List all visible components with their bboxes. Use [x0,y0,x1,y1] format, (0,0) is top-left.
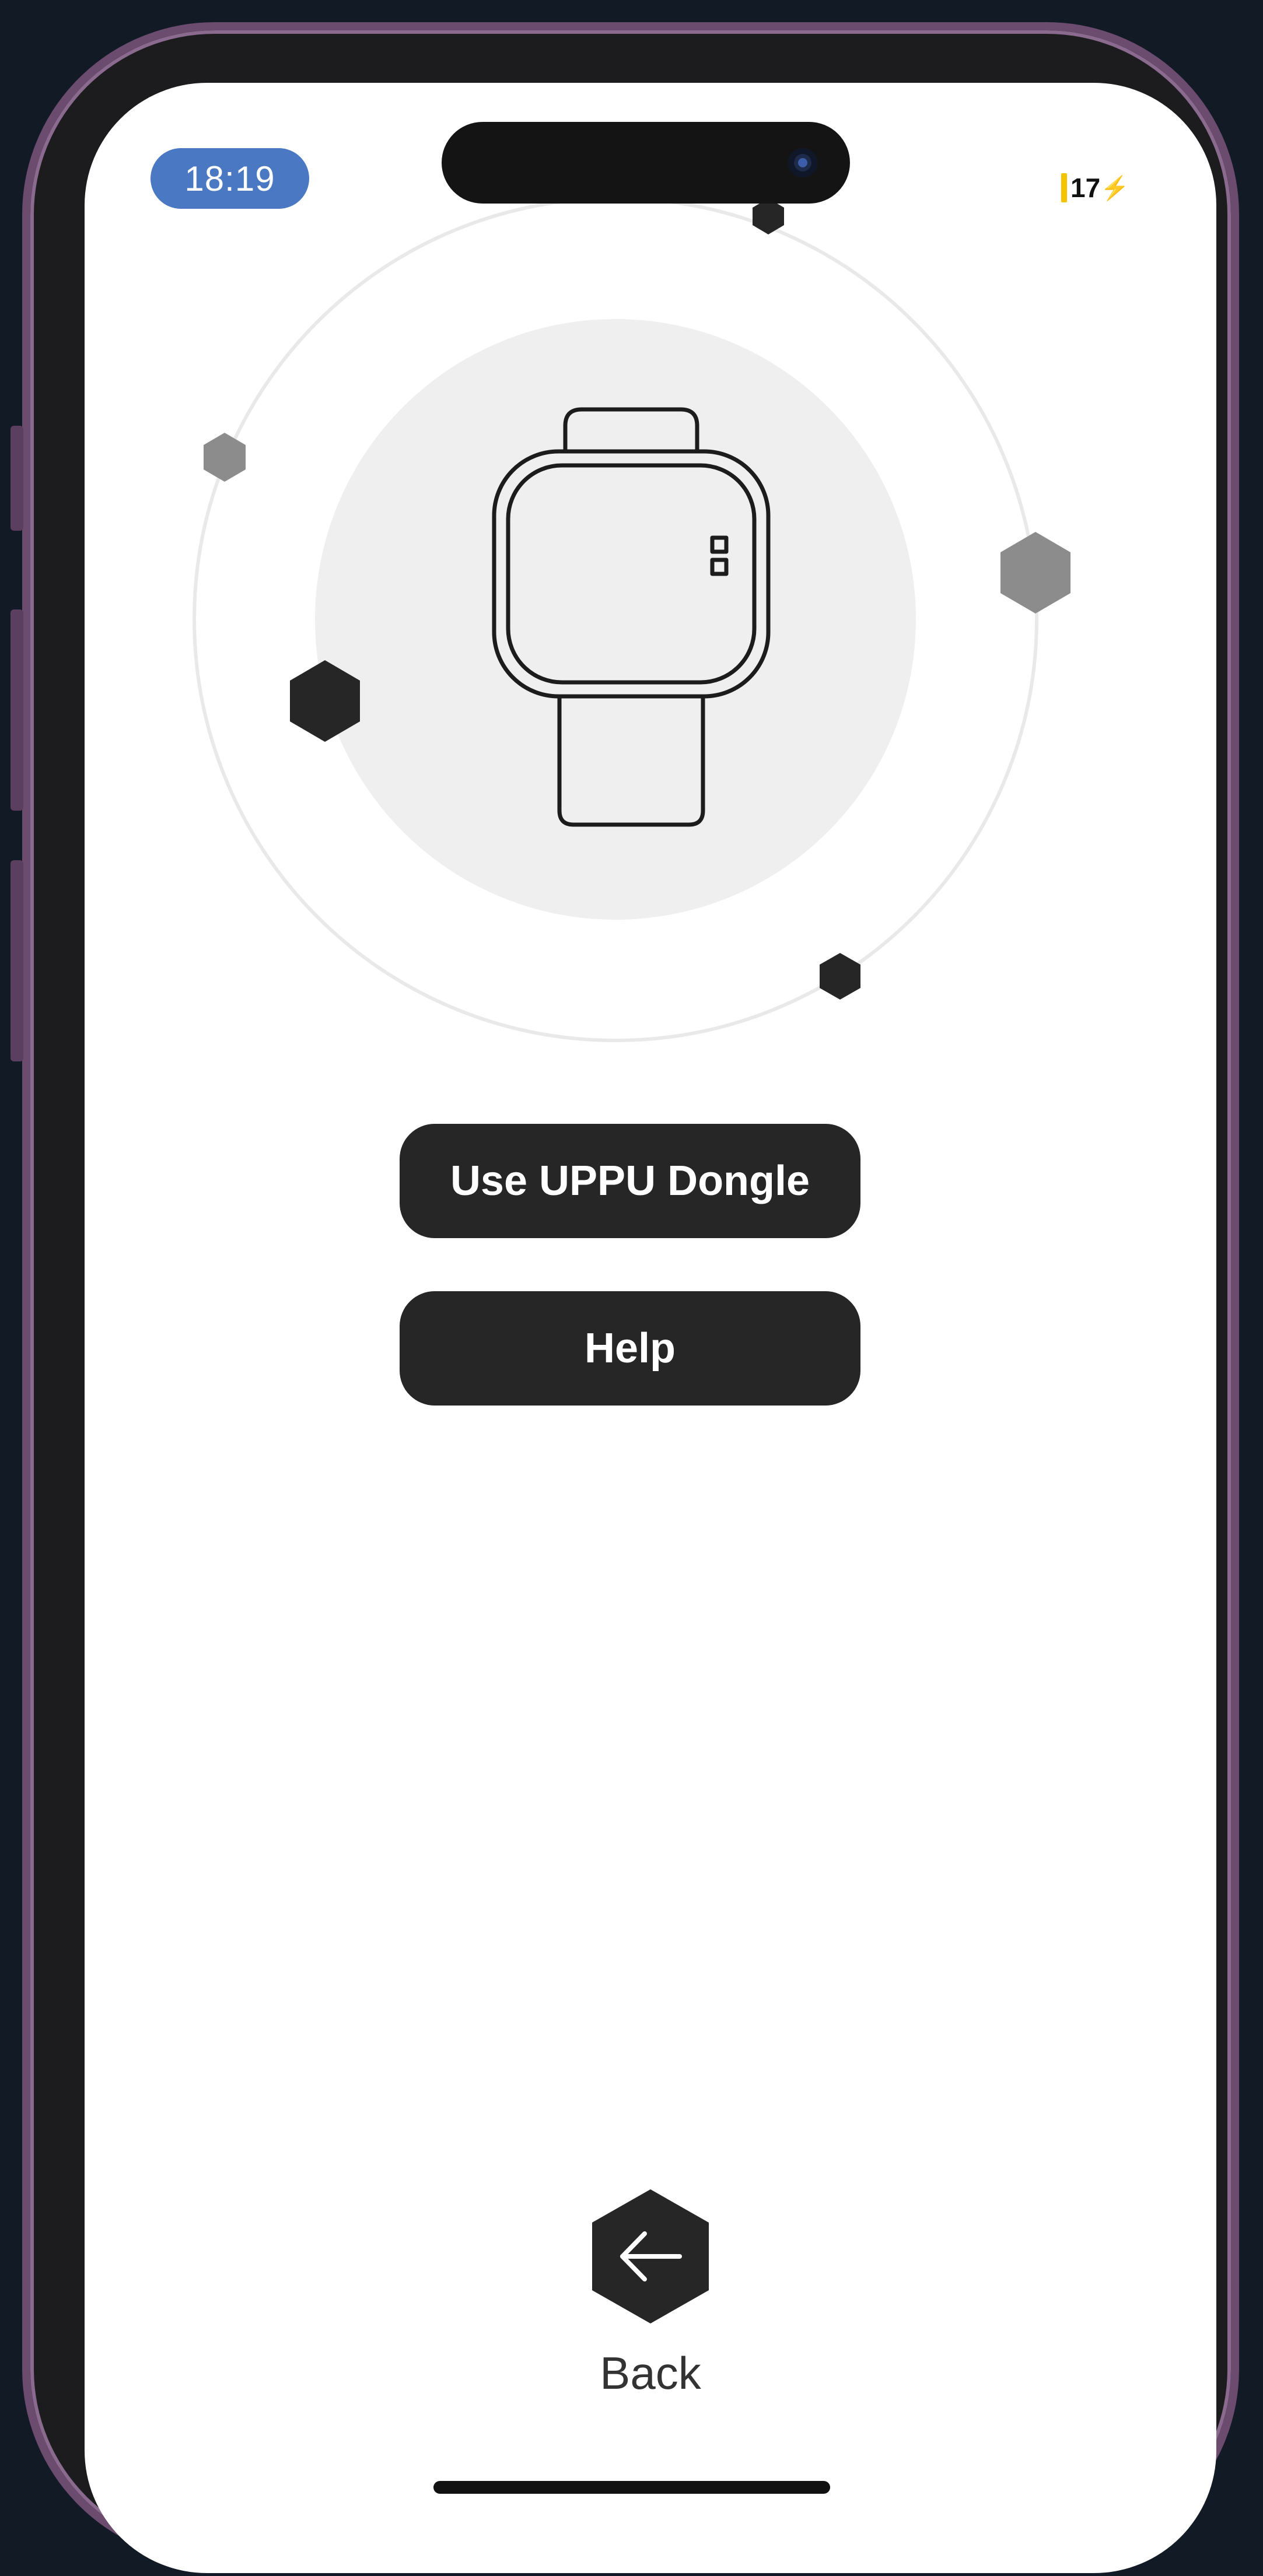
charging-bolt-icon: ⚡ [1100,175,1129,201]
dynamic-island [442,122,850,204]
phone-screen: 18:19 17 ⚡ Use UPPU Dongle Help Back [85,83,1216,2573]
home-indicator[interactable] [433,2481,830,2494]
back-label: Back [600,2347,701,2399]
orbit-hexagon-grey-small [204,433,246,482]
battery-indicator: 17 ⚡ [1061,170,1129,205]
back-hexagon-icon [592,2189,709,2323]
help-button[interactable]: Help [400,1291,860,1406]
app-screen: 18:19 17 ⚡ Use UPPU Dongle Help Back [85,83,1216,2570]
use-uppu-dongle-button[interactable]: Use UPPU Dongle [400,1124,860,1238]
orbit-hexagon-grey-large [1000,532,1070,614]
battery-percentage: 17 [1070,173,1101,203]
status-time-pill: 18:19 [151,148,309,209]
action-side-button [11,426,23,531]
volume-up-side-button [11,609,23,811]
battery-level-icon [1061,173,1067,202]
watch-orbit-illustration [193,197,1070,1042]
orbit-hexagon-dark-small [753,198,784,234]
volume-down-side-button [11,860,23,1061]
orbit-hexagon-dark-bottom [820,953,860,1000]
front-camera-icon [788,148,817,177]
back-button[interactable]: Back [563,2189,738,2469]
